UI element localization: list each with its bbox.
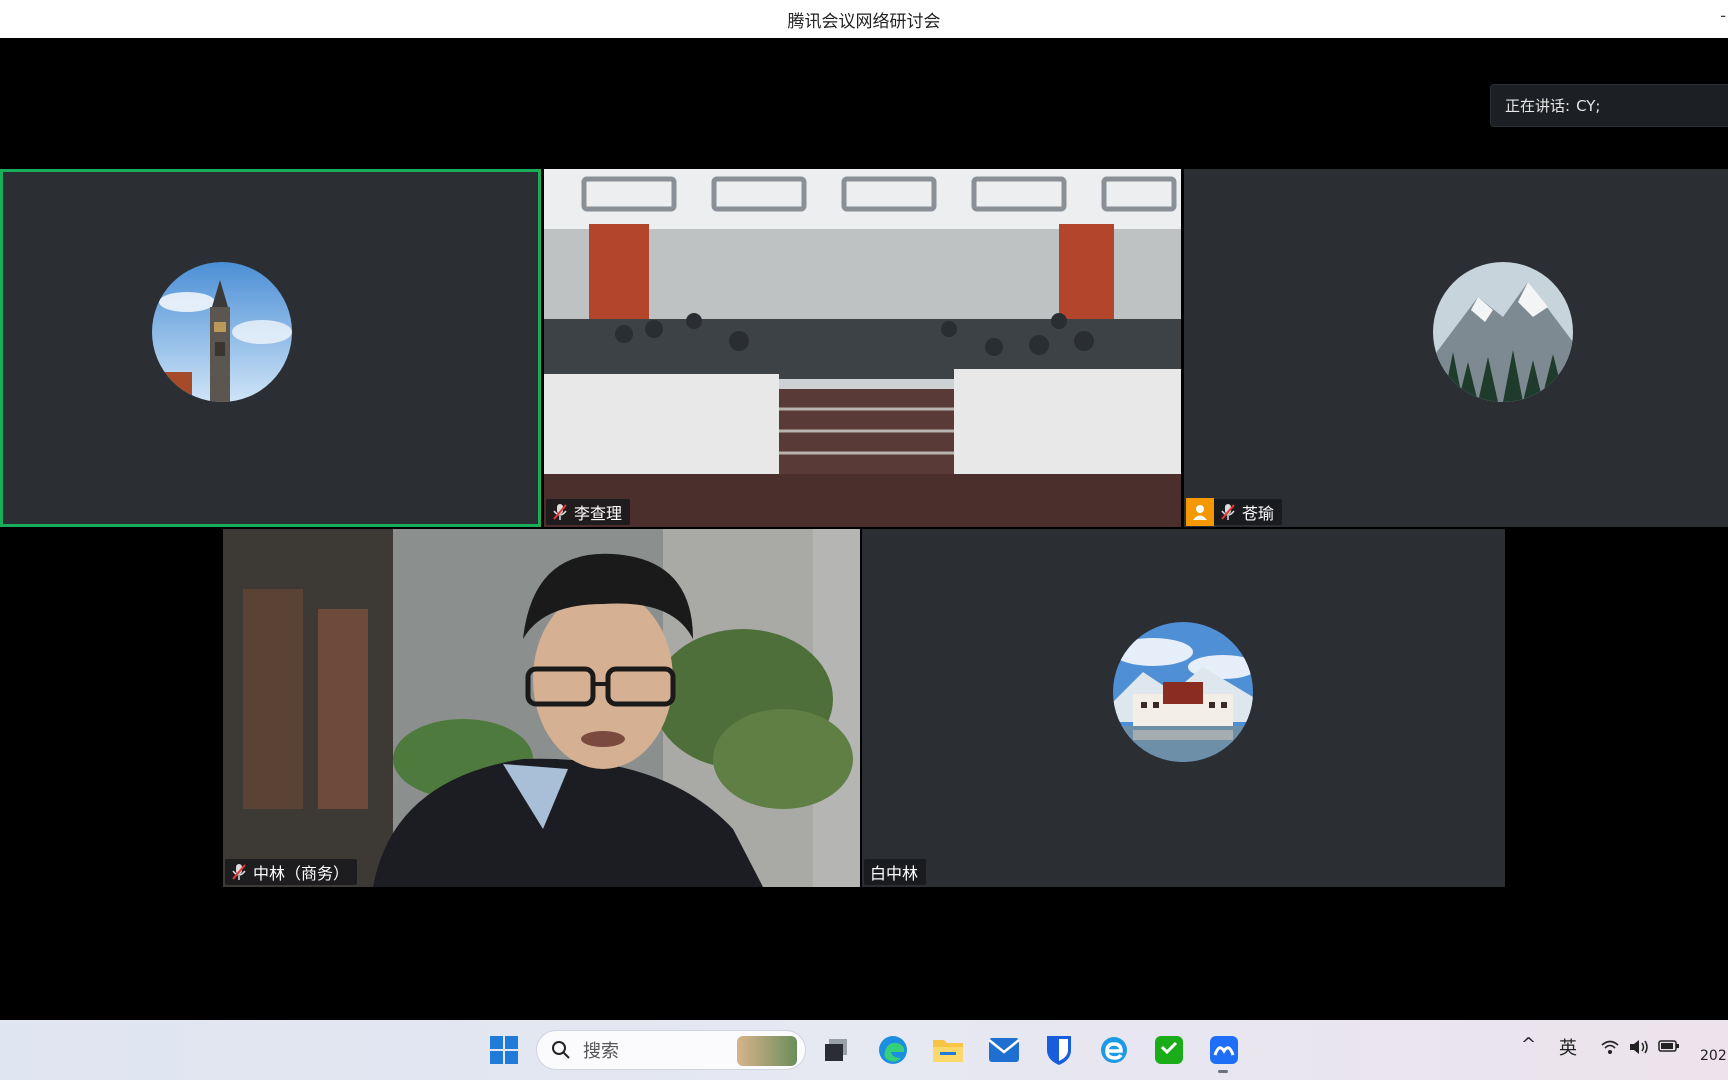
windows-start-icon[interactable] [486, 1032, 522, 1068]
bitwarden-icon[interactable] [1041, 1032, 1077, 1068]
wifi-icon[interactable] [1600, 1038, 1620, 1061]
search-icon [552, 1041, 570, 1059]
tencent-meeting-icon[interactable] [1206, 1032, 1242, 1068]
wechat-icon[interactable] [1151, 1032, 1187, 1068]
host-badge [1186, 498, 1214, 526]
window-titlebar: 腾讯会议网络研讨会 - [0, 0, 1728, 38]
participant-name: 中林（商务） [253, 864, 350, 883]
nameplate: 李查理 [546, 499, 631, 525]
task-view-icon[interactable] [818, 1032, 854, 1068]
volume-icon[interactable] [1628, 1038, 1650, 1061]
participant-tile-5[interactable]: 白中林 [862, 529, 1505, 887]
search-highlight-icon [737, 1036, 797, 1066]
potala-palace-avatar [1113, 622, 1253, 762]
search-placeholder: 搜索 [583, 1041, 619, 1062]
mic-muted-icon [1221, 504, 1235, 520]
ime-indicator[interactable]: 英 [1559, 1034, 1577, 1060]
speaker-man-video [223, 529, 860, 887]
mic-muted-icon [553, 504, 567, 520]
participant-name: 白中林 [870, 864, 919, 883]
speaking-label: 正在讲话: [1505, 97, 1571, 115]
clock-tower-avatar [152, 262, 292, 402]
ie-icon[interactable] [1096, 1032, 1132, 1068]
taskbar-search-box[interactable]: 搜索 [536, 1030, 806, 1070]
mic-muted-icon [232, 864, 246, 880]
speaking-indicator: 正在讲话: CY; [1490, 84, 1728, 127]
speaking-name: CY; [1576, 96, 1601, 115]
participant-tile-1[interactable] [0, 169, 541, 527]
host-person-icon [1193, 505, 1207, 520]
nameplate: 中林（商务） [225, 859, 358, 885]
window-title: 腾讯会议网络研讨会 [787, 11, 941, 32]
participant-tile-3[interactable]: 苍瑜 [1184, 169, 1728, 527]
minimize-button[interactable]: - [1720, 6, 1726, 25]
nameplate: 苍瑜 [1186, 498, 1283, 526]
battery-icon[interactable] [1658, 1038, 1680, 1059]
taskbar: 搜索 ^ 英 202 [0, 1020, 1728, 1080]
edge-icon[interactable] [875, 1032, 911, 1068]
nameplate: 白中林 [864, 859, 927, 885]
mail-icon[interactable] [986, 1032, 1022, 1068]
participant-tile-4[interactable]: 中林（商务） [223, 529, 860, 887]
tray-overflow-chevron[interactable]: ^ [1521, 1034, 1536, 1055]
mountain-avatar [1433, 262, 1573, 402]
clock-partial[interactable]: 202 [1700, 1048, 1727, 1064]
participant-name: 李查理 [574, 504, 623, 523]
file-explorer-icon[interactable] [930, 1032, 966, 1068]
participant-tile-2[interactable]: 李查理 [544, 169, 1181, 527]
participant-name: 苍瑜 [1242, 504, 1275, 523]
active-app-indicator [1218, 1070, 1228, 1073]
lecture-hall-video [544, 169, 1181, 527]
